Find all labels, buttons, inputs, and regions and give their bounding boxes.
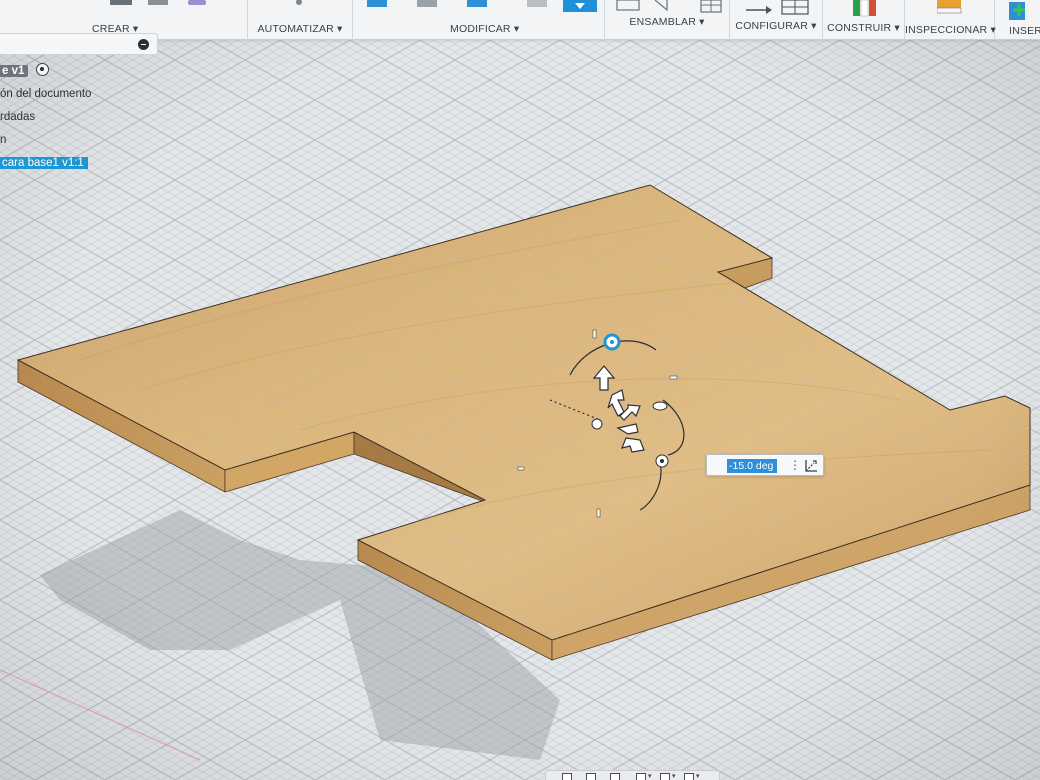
construir-icon xyxy=(853,0,876,17)
inspeccionar-icon xyxy=(937,0,962,14)
navigation-bar: ▾ ▾ ▾ xyxy=(545,770,720,780)
crear-icons xyxy=(110,0,206,5)
radio-icon[interactable] xyxy=(36,63,49,76)
toolbar-label-construir[interactable]: CONSTRUIR ▾ xyxy=(823,22,904,34)
toolbar-label-modificar[interactable]: MODIFICAR ▾ xyxy=(353,23,604,35)
configurar-icons xyxy=(746,0,809,15)
component-label[interactable]: e v1 xyxy=(0,65,29,77)
toolbar-group-ensamblar[interactable]: ENSAMBLAR ▾ xyxy=(605,0,730,40)
toolbar-group-insertar[interactable]: INSERTA xyxy=(995,0,1040,40)
browser-panel: e v1 ón del documento rdadas n cara base… xyxy=(0,30,170,180)
angle-input[interactable] xyxy=(727,459,777,473)
collapse-icon[interactable] xyxy=(138,39,149,50)
orbit-icon[interactable] xyxy=(562,773,572,780)
viewports-icon[interactable] xyxy=(684,773,694,780)
toolbar-group-automatizar[interactable]: AUTOMATIZAR ▾ xyxy=(248,0,353,40)
tick-handle-2 xyxy=(669,375,678,380)
toolbar-group-inspeccionar[interactable]: INSPECCIONAR ▾ xyxy=(905,0,996,40)
toolbar-label-ensamblar[interactable]: ENSAMBLAR ▾ xyxy=(605,16,729,28)
toolbar-group-configurar[interactable]: CONFIGURAR ▾ xyxy=(730,0,823,40)
toolbar-label-configurar[interactable]: CONFIGURAR ▾ xyxy=(730,20,822,32)
browser-header[interactable] xyxy=(0,33,158,55)
angle-input-box: ⋮ xyxy=(706,454,824,476)
tick-handle-3 xyxy=(517,466,525,471)
browser-row-named-views[interactable]: rdadas xyxy=(0,108,35,126)
insertar-icon xyxy=(1009,2,1025,20)
viewports-caret-icon[interactable]: ▾ xyxy=(696,772,700,780)
menu-dots-icon[interactable]: ⋮ xyxy=(789,459,801,473)
tick-handle-1 xyxy=(592,329,597,339)
automatizar-icon xyxy=(296,0,302,5)
sketch-label[interactable]: cara base1 v1:1 xyxy=(0,157,88,169)
browser-row-origin[interactable]: n xyxy=(0,131,6,149)
tick-handle-4 xyxy=(596,508,601,518)
grid-icon[interactable] xyxy=(660,773,670,780)
toolbar-label-automatizar[interactable]: AUTOMATIZAR ▾ xyxy=(248,23,352,35)
browser-row-document-settings[interactable]: ón del documento xyxy=(0,85,91,103)
browser-component-row[interactable]: e v1 xyxy=(0,62,29,80)
ensamblar-icons xyxy=(616,0,722,13)
origin-handle xyxy=(591,418,603,430)
display-caret-icon[interactable]: ▾ xyxy=(648,772,652,780)
toolbar-group-modificar[interactable]: MODIFICAR ▾ xyxy=(353,0,605,40)
toolbar-label-inspeccionar[interactable]: INSPECCIONAR ▾ xyxy=(905,24,996,36)
display-mode-icon[interactable] xyxy=(636,773,646,780)
modificar-icons xyxy=(367,0,597,12)
grid-caret-icon[interactable]: ▾ xyxy=(672,772,676,780)
browser-row-sketch[interactable]: cara base1 v1:1 xyxy=(0,154,88,172)
axis-icon[interactable] xyxy=(803,458,819,474)
toolbar-group-construir[interactable]: CONSTRUIR ▾ xyxy=(823,0,905,40)
rotate-handle-right xyxy=(652,401,668,411)
toolbar-label-insertar[interactable]: INSERTA xyxy=(995,25,1040,37)
pan-icon[interactable] xyxy=(586,773,596,780)
zoom-icon[interactable] xyxy=(610,773,620,780)
